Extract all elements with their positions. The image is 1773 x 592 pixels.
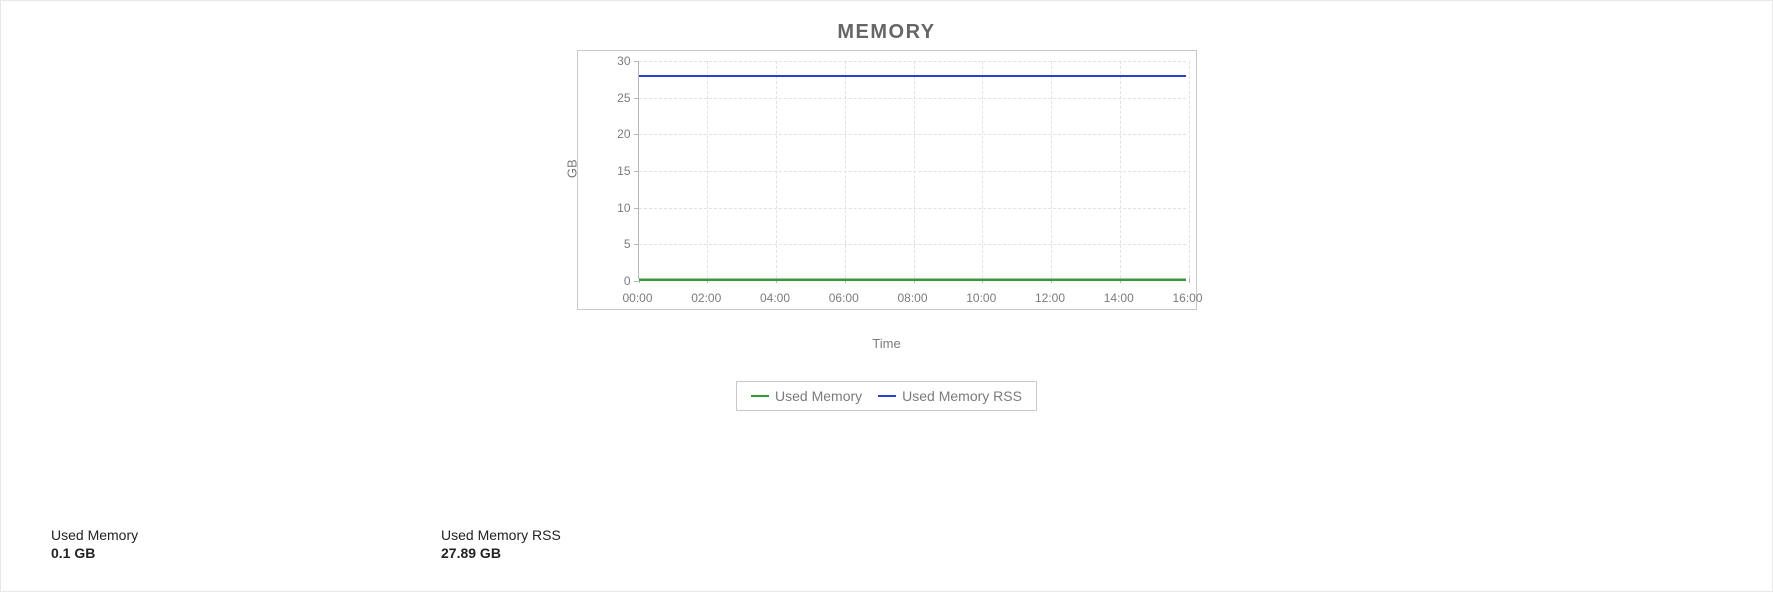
gridline-v <box>982 61 983 278</box>
x-tick-label: 14:00 <box>1104 291 1134 305</box>
legend-label: Used Memory <box>775 388 862 404</box>
legend-item[interactable]: Used Memory RSS <box>878 388 1022 404</box>
stat-value: 27.89 GB <box>441 545 831 561</box>
gridline-v <box>914 61 915 278</box>
legend-swatch-icon <box>751 395 769 397</box>
y-tick-label: 0 <box>586 274 631 288</box>
y-tick-label: 25 <box>586 91 631 105</box>
gridline-v <box>776 61 777 278</box>
x-tick-label: 04:00 <box>760 291 790 305</box>
series-line <box>639 75 1186 77</box>
chart-container: GB 05101520253000:0002:0004:0006:0008:00… <box>577 50 1197 411</box>
x-tick-label: 10:00 <box>966 291 996 305</box>
stat-label: Used Memory RSS <box>441 527 831 543</box>
series-line <box>639 279 1186 281</box>
gridline-h <box>639 208 1186 209</box>
gridline-v <box>1189 61 1190 278</box>
stat-block: Used Memory 0.1 GB <box>51 527 441 561</box>
x-tick-label: 00:00 <box>622 291 652 305</box>
chart-legend: Used Memory Used Memory RSS <box>736 381 1037 411</box>
x-tick-label: 12:00 <box>1035 291 1065 305</box>
stats-row: Used Memory 0.1 GBUsed Memory RSS 27.89 GB <box>51 527 1722 561</box>
legend-item[interactable]: Used Memory <box>751 388 862 404</box>
stat-value: 0.1 GB <box>51 545 441 561</box>
gridline-h <box>639 61 1186 62</box>
gridline-v <box>845 61 846 278</box>
x-axis-label: Time <box>577 336 1197 351</box>
gridline-v <box>1051 61 1052 278</box>
y-axis-label: GB <box>564 159 579 178</box>
chart-title: MEMORY <box>11 21 1762 44</box>
gridline-v <box>1120 61 1121 278</box>
stat-label: Used Memory <box>51 527 441 543</box>
x-tick-label: 02:00 <box>691 291 721 305</box>
legend-label: Used Memory RSS <box>902 388 1022 404</box>
stat-block: Used Memory RSS 27.89 GB <box>441 527 831 561</box>
legend-swatch-icon <box>878 395 896 397</box>
y-tick-label: 20 <box>586 127 631 141</box>
x-tick-label: 16:00 <box>1172 291 1202 305</box>
gridline-h <box>639 171 1186 172</box>
plot-area <box>638 61 1186 279</box>
gridline-h <box>639 98 1186 99</box>
plot-box[interactable]: GB 05101520253000:0002:0004:0006:0008:00… <box>577 50 1197 310</box>
y-tick-label: 30 <box>586 54 631 68</box>
y-tick-label: 15 <box>586 164 631 178</box>
y-tick-label: 5 <box>586 237 631 251</box>
x-tick-label: 06:00 <box>829 291 859 305</box>
gridline-v <box>707 61 708 278</box>
memory-panel: MEMORY GB 0 5 10 15 20 25 30 00:00 02:00 04:00 06:… <box>0 0 1773 592</box>
y-tick-label: 10 <box>586 201 631 215</box>
gridline-h <box>639 244 1186 245</box>
gridline-h <box>639 134 1186 135</box>
x-tick-label: 08:00 <box>897 291 927 305</box>
